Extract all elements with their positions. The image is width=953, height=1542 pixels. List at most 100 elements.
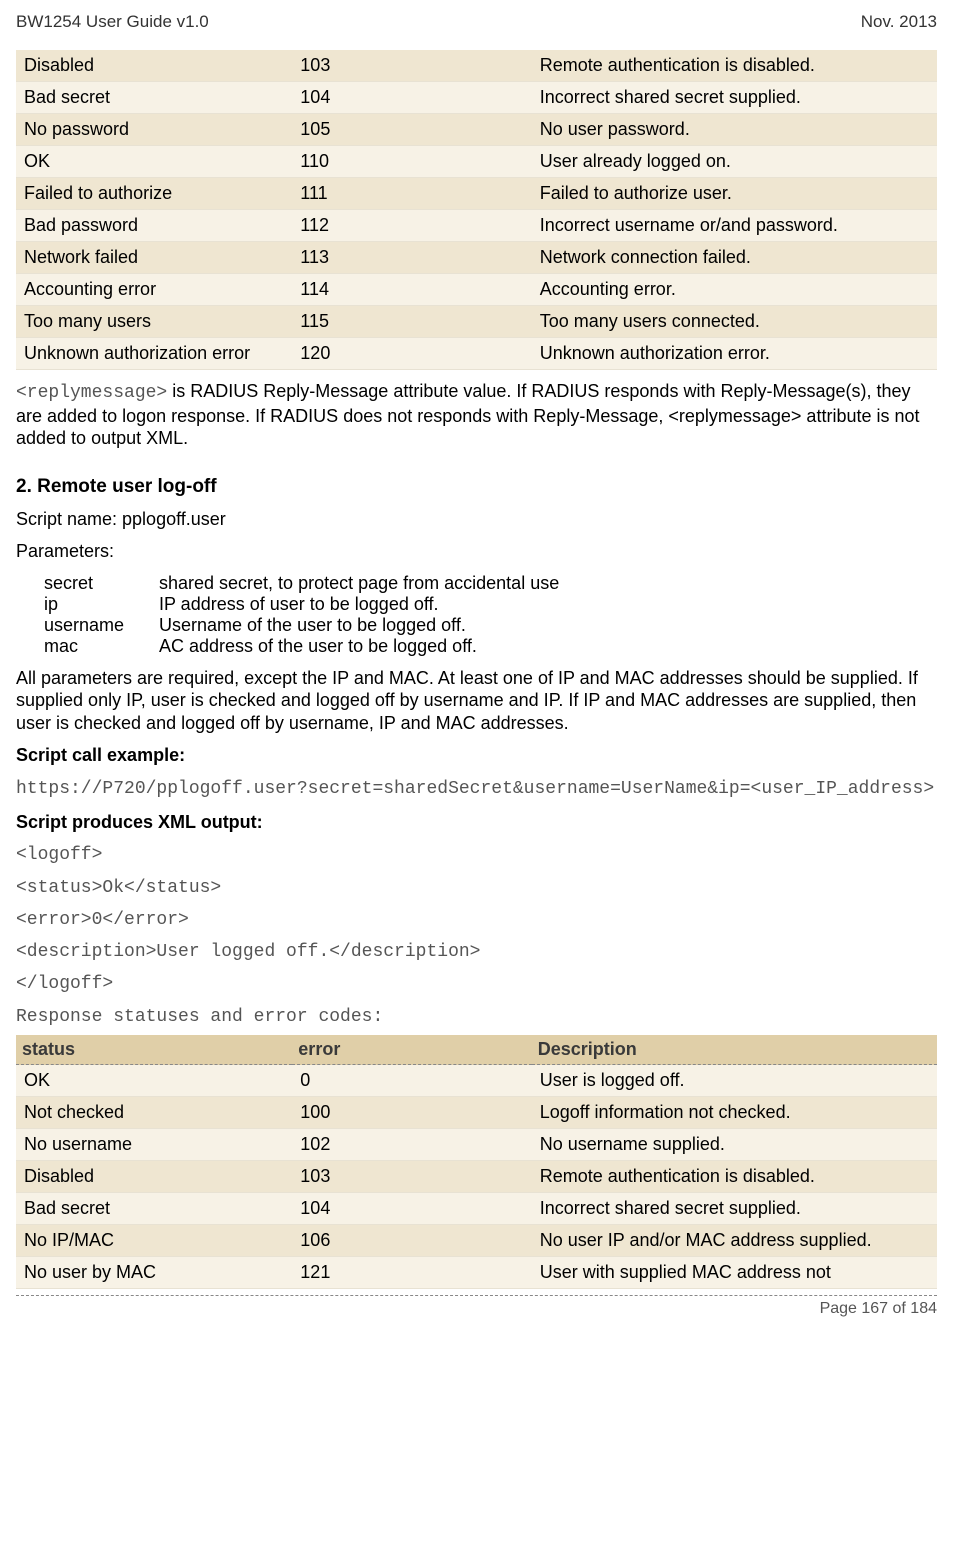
table-row: No username102No username supplied. xyxy=(16,1129,937,1161)
table-cell: Failed to authorize xyxy=(16,178,292,210)
xml-output-label: Script produces XML output: xyxy=(16,811,937,834)
table-cell: Logoff information not checked. xyxy=(532,1097,937,1129)
table-cell: Unknown authorization error. xyxy=(532,338,937,370)
xml-line: <status>Ok</status> xyxy=(16,876,937,900)
table2-header-status: status xyxy=(16,1035,292,1065)
table-cell: No IP/MAC xyxy=(16,1225,292,1257)
param-value: shared secret, to protect page from acci… xyxy=(159,573,559,594)
table-row: No IP/MAC106No user IP and/or MAC addres… xyxy=(16,1225,937,1257)
table-cell: User already logged on. xyxy=(532,146,937,178)
table-row: Network failed113Network connection fail… xyxy=(16,242,937,274)
xml-line: <error>0</error> xyxy=(16,908,937,932)
table-row: Bad secret104Incorrect shared secret sup… xyxy=(16,1193,937,1225)
table-cell: Accounting error. xyxy=(532,274,937,306)
table-cell: 114 xyxy=(292,274,531,306)
page-header: BW1254 User Guide v1.0 Nov. 2013 xyxy=(16,12,937,32)
section-title-remote-user-log-off: 2. Remote user log-off xyxy=(16,476,937,498)
table-row: Failed to authorize111Failed to authoriz… xyxy=(16,178,937,210)
table-cell: 104 xyxy=(292,82,531,114)
table-cell: 113 xyxy=(292,242,531,274)
table-row: Too many users115Too many users connecte… xyxy=(16,306,937,338)
param-row: ipIP address of user to be logged off. xyxy=(44,594,937,615)
table-cell: No password xyxy=(16,114,292,146)
table-row: Bad password112Incorrect username or/and… xyxy=(16,210,937,242)
status-codes-table-1: Disabled103Remote authentication is disa… xyxy=(16,50,937,370)
table-cell: No username xyxy=(16,1129,292,1161)
page-footer: Page 167 of 184 xyxy=(16,1295,937,1318)
param-row: macAC address of the user to be logged o… xyxy=(44,636,937,657)
table-cell: Not checked xyxy=(16,1097,292,1129)
page-number: Page 167 of 184 xyxy=(820,1300,937,1317)
table-cell: 100 xyxy=(292,1097,531,1129)
table-cell: Failed to authorize user. xyxy=(532,178,937,210)
parameters-list: secretshared secret, to protect page fro… xyxy=(44,573,937,657)
table-cell: 110 xyxy=(292,146,531,178)
table-cell: Bad secret xyxy=(16,1193,292,1225)
table-cell: Bad password xyxy=(16,210,292,242)
parameters-note: All parameters are required, except the … xyxy=(16,667,937,735)
table-cell: Unknown authorization error xyxy=(16,338,292,370)
table-cell: Incorrect shared secret supplied. xyxy=(532,82,937,114)
table2-header-error: error xyxy=(292,1035,531,1065)
script-call-label: Script call example: xyxy=(16,744,937,767)
table-cell: 103 xyxy=(292,50,531,82)
param-key: username xyxy=(44,615,159,636)
table-cell: Network connection failed. xyxy=(532,242,937,274)
table-cell: No user password. xyxy=(532,114,937,146)
doc-title: BW1254 User Guide v1.0 xyxy=(16,12,209,32)
param-key: ip xyxy=(44,594,159,615)
table-cell: 121 xyxy=(292,1257,531,1289)
table-row: Bad secret104Incorrect shared secret sup… xyxy=(16,82,937,114)
table-cell: No user by MAC xyxy=(16,1257,292,1289)
param-value: AC address of the user to be logged off. xyxy=(159,636,477,657)
xml-line: </logoff> xyxy=(16,972,937,996)
table2-header-description: Description xyxy=(532,1035,937,1065)
table-cell: 115 xyxy=(292,306,531,338)
xml-output-block: <logoff> <status>Ok</status> <error>0</err… xyxy=(16,843,937,996)
table-row: Not checked100Logoff information not che… xyxy=(16,1097,937,1129)
response-codes-label: Response statuses and error codes: xyxy=(16,1005,937,1029)
table-row: OK0User is logged off. xyxy=(16,1065,937,1097)
table-cell: No username supplied. xyxy=(532,1129,937,1161)
table-row: OK110User already logged on. xyxy=(16,146,937,178)
table-row: Disabled103Remote authentication is disa… xyxy=(16,50,937,82)
table-cell: 103 xyxy=(292,1161,531,1193)
table-cell: Remote authentication is disabled. xyxy=(532,1161,937,1193)
xml-line: <logoff> xyxy=(16,843,937,867)
table-cell: User is logged off. xyxy=(532,1065,937,1097)
xml-line: <description>User logged off.</descripti… xyxy=(16,940,937,964)
table-cell: 111 xyxy=(292,178,531,210)
parameters-label: Parameters: xyxy=(16,540,937,563)
param-row: secretshared secret, to protect page fro… xyxy=(44,573,937,594)
table-cell: Too many users xyxy=(16,306,292,338)
param-value: IP address of user to be logged off. xyxy=(159,594,439,615)
doc-date: Nov. 2013 xyxy=(861,12,937,32)
param-key: mac xyxy=(44,636,159,657)
table-cell: 104 xyxy=(292,1193,531,1225)
table-row: No user by MAC121User with supplied MAC … xyxy=(16,1257,937,1289)
table-cell: Bad secret xyxy=(16,82,292,114)
table-row: Unknown authorization error120Unknown au… xyxy=(16,338,937,370)
script-name-line: Script name: pplogoff.user xyxy=(16,508,937,531)
table-cell: Network failed xyxy=(16,242,292,274)
table-row: Accounting error114Accounting error. xyxy=(16,274,937,306)
replymessage-tag: <replymessage> xyxy=(16,383,167,403)
table-row: Disabled103Remote authentication is disa… xyxy=(16,1161,937,1193)
table-cell: OK xyxy=(16,146,292,178)
table-cell: No user IP and/or MAC address supplied. xyxy=(532,1225,937,1257)
table-row: No password105No user password. xyxy=(16,114,937,146)
table-cell: 120 xyxy=(292,338,531,370)
table-cell: 112 xyxy=(292,210,531,242)
table-cell: Accounting error xyxy=(16,274,292,306)
param-value: Username of the user to be logged off. xyxy=(159,615,466,636)
table-cell: 105 xyxy=(292,114,531,146)
table-cell: 102 xyxy=(292,1129,531,1161)
status-codes-table-2: status error Description OK0User is logg… xyxy=(16,1035,937,1289)
table-cell: Remote authentication is disabled. xyxy=(532,50,937,82)
replymessage-paragraph: <replymessage> is RADIUS Reply-Message a… xyxy=(16,380,937,450)
table-cell: User with supplied MAC address not xyxy=(532,1257,937,1289)
param-row: usernameUsername of the user to be logge… xyxy=(44,615,937,636)
table-cell: Disabled xyxy=(16,50,292,82)
table-cell: Incorrect username or/and password. xyxy=(532,210,937,242)
table-cell: Disabled xyxy=(16,1161,292,1193)
